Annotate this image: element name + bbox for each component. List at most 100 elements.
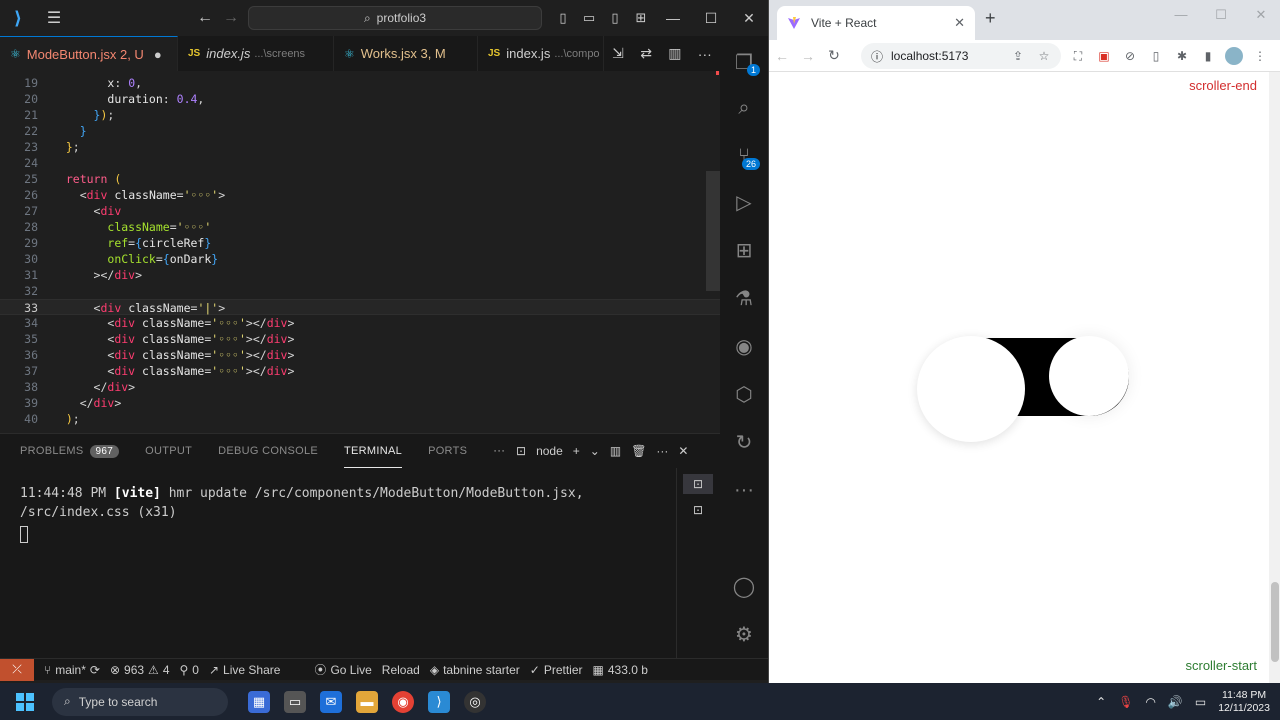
command-center-search[interactable]: ⌕ protfolio3: [248, 6, 542, 30]
go-live-button[interactable]: ⦿ Go Live: [314, 661, 371, 678]
minimize-button[interactable]: —: [654, 0, 692, 36]
page-scrollbar[interactable]: [1269, 72, 1280, 683]
close-button[interactable]: ✕: [1241, 0, 1280, 30]
close-tab-icon[interactable]: ✕: [954, 15, 965, 31]
code-line[interactable]: 21 });: [0, 107, 720, 123]
tab-output[interactable]: OUTPUT: [145, 434, 192, 468]
maximize-button[interactable]: ☐: [692, 0, 730, 36]
compare-icon[interactable]: ⇄: [640, 45, 652, 62]
toggle-panel-icon[interactable]: ▭: [576, 0, 602, 36]
task-view-icon[interactable]: ▭: [284, 690, 306, 713]
browser-tab[interactable]: Vite + React ✕: [777, 6, 975, 40]
file-size-indicator[interactable]: ▦ 433.0 b: [593, 663, 648, 677]
volume-icon[interactable]: 🔊: [1168, 695, 1183, 709]
code-line[interactable]: 23 };: [0, 139, 720, 155]
customize-layout-icon[interactable]: ⊞: [628, 0, 654, 36]
code-line[interactable]: 30 onClick={onDark}: [0, 251, 720, 267]
terminal-output[interactable]: 11:44:48 PM [vite] hmr update /src/compo…: [20, 484, 670, 543]
code-line[interactable]: 22 }: [0, 123, 720, 139]
tab-problems[interactable]: PROBLEMS 967: [20, 434, 120, 468]
tab-modebutton[interactable]: ⚛ ModeButton.jsx 2, U ●: [0, 36, 178, 71]
toggle-sidebar-icon[interactable]: ▯: [550, 0, 576, 36]
accounts-icon[interactable]: ◯: [720, 564, 768, 608]
code-line[interactable]: 38 </div>: [0, 379, 720, 395]
code-editor[interactable]: 40 ); 39 </div> 38 </div> 37 <div className…: [0, 71, 720, 433]
tab-terminal[interactable]: TERMINAL: [344, 434, 403, 468]
start-button[interactable]: [0, 683, 50, 720]
code-line[interactable]: 20 duration: 0.4,: [0, 91, 720, 107]
run-debug-icon[interactable]: ▷: [720, 180, 768, 224]
source-control-icon[interactable]: ⑂ 26: [720, 134, 768, 178]
code-line[interactable]: 36 <div className='◦◦◦'></div>: [0, 347, 720, 363]
terminal-instance-icon[interactable]: ⊡: [683, 500, 713, 520]
code-line[interactable]: 34 <div className='◦◦◦'></div>: [0, 315, 720, 331]
tabnine-button[interactable]: ◈ tabnine starter: [430, 663, 520, 677]
chrome-icon[interactable]: ◉: [392, 690, 414, 713]
code-line[interactable]: 33 <div className='|'>: [0, 299, 720, 315]
reload-icon[interactable]: ↻: [821, 47, 847, 64]
new-tab-icon[interactable]: +: [985, 8, 996, 29]
scrollbar-thumb[interactable]: [1271, 582, 1279, 662]
remote-icon[interactable]: ⤫: [0, 658, 34, 681]
bookmark-star-icon[interactable]: ☆: [1035, 49, 1053, 63]
open-changes-icon[interactable]: ⇲: [612, 45, 624, 62]
close-panel-icon[interactable]: ✕: [678, 444, 688, 458]
split-editor-icon[interactable]: ▥: [668, 45, 681, 62]
avatar[interactable]: [1225, 47, 1243, 65]
tab-index-screens[interactable]: JS index.js ...\screens: [178, 36, 334, 71]
back-arrow-icon[interactable]: ←: [769, 48, 795, 64]
code-line[interactable]: 24: [0, 155, 720, 171]
code-line[interactable]: 35 <div className='◦◦◦'></div>: [0, 331, 720, 347]
toggle-circle-active[interactable]: [917, 336, 1025, 442]
maximize-button[interactable]: ☐: [1201, 0, 1241, 30]
sidepanel-icon[interactable]: ▮: [1199, 49, 1217, 63]
tab-debug-console[interactable]: DEBUG CONSOLE: [218, 434, 318, 468]
clock[interactable]: 11:48 PM 12/11/2023: [1218, 689, 1270, 715]
branch-indicator[interactable]: ⑂ main* ⟳: [44, 663, 100, 677]
back-arrow-icon[interactable]: ←: [192, 9, 218, 27]
vscode-taskbar-icon[interactable]: ⟩: [428, 690, 450, 713]
extensions-icon[interactable]: ⊞: [720, 228, 768, 272]
screenshot-icon[interactable]: ⛶: [1069, 49, 1087, 64]
code-line[interactable]: 32: [0, 283, 720, 299]
code-line[interactable]: 25 return (: [0, 171, 720, 187]
file-explorer-icon[interactable]: ▬: [356, 690, 378, 713]
problems-indicator[interactable]: ⊗ 963 ⚠ 4: [110, 663, 170, 677]
testing-icon[interactable]: ⚗: [720, 276, 768, 320]
minimize-button[interactable]: —: [1161, 0, 1201, 30]
reload-button[interactable]: Reload: [382, 663, 420, 677]
tab-ports[interactable]: PORTS: [428, 434, 467, 468]
live-share-button[interactable]: ↗ Live Share: [209, 663, 280, 677]
toggle-secondary-sidebar-icon[interactable]: ▯: [602, 0, 628, 36]
puzzle-icon[interactable]: ✱: [1173, 49, 1191, 63]
code-line[interactable]: 40 );: [0, 411, 720, 427]
battery-icon[interactable]: ▭: [1195, 695, 1206, 709]
chevron-down-icon[interactable]: ⌄: [590, 444, 600, 458]
ports-indicator[interactable]: ⚲ 0: [180, 663, 199, 677]
github-icon[interactable]: ◉: [720, 324, 768, 368]
microphone-icon[interactable]: 🎙: [1118, 695, 1133, 709]
code-line[interactable]: 37 <div className='◦◦◦'></div>: [0, 363, 720, 379]
tab-index-compo[interactable]: JS index.js ...\compo: [478, 36, 604, 71]
code-line[interactable]: 31 ></div>: [0, 267, 720, 283]
code-line[interactable]: 27 <div: [0, 203, 720, 219]
forward-arrow-icon[interactable]: →: [218, 9, 244, 27]
extension-icon[interactable]: ▯: [1147, 49, 1165, 63]
editor-scrollbar[interactable]: [706, 171, 720, 291]
taskbar-search[interactable]: ⌕ Type to search: [52, 687, 228, 716]
search-icon[interactable]: ⌕: [720, 86, 768, 130]
more-actions-icon[interactable]: ···: [656, 444, 668, 458]
panel-more-icon[interactable]: ···: [493, 434, 505, 468]
close-button[interactable]: ✕: [730, 0, 768, 36]
wifi-icon[interactable]: ◠: [1145, 695, 1155, 709]
forward-arrow-icon[interactable]: →: [795, 48, 821, 64]
mode-toggle[interactable]: [917, 336, 1131, 442]
extension-icon[interactable]: ⊘: [1121, 49, 1139, 63]
extension-icon[interactable]: ▣: [1095, 49, 1113, 63]
code-line[interactable]: 39 </div>: [0, 395, 720, 411]
menu-icon[interactable]: ☰: [36, 0, 72, 36]
more-actions-icon[interactable]: ···: [698, 46, 712, 62]
explorer-icon[interactable]: ❐ 1: [720, 40, 768, 84]
widgets-icon[interactable]: ▦: [248, 690, 270, 713]
tab-works[interactable]: ⚛ Works.jsx 3, M: [334, 36, 478, 71]
